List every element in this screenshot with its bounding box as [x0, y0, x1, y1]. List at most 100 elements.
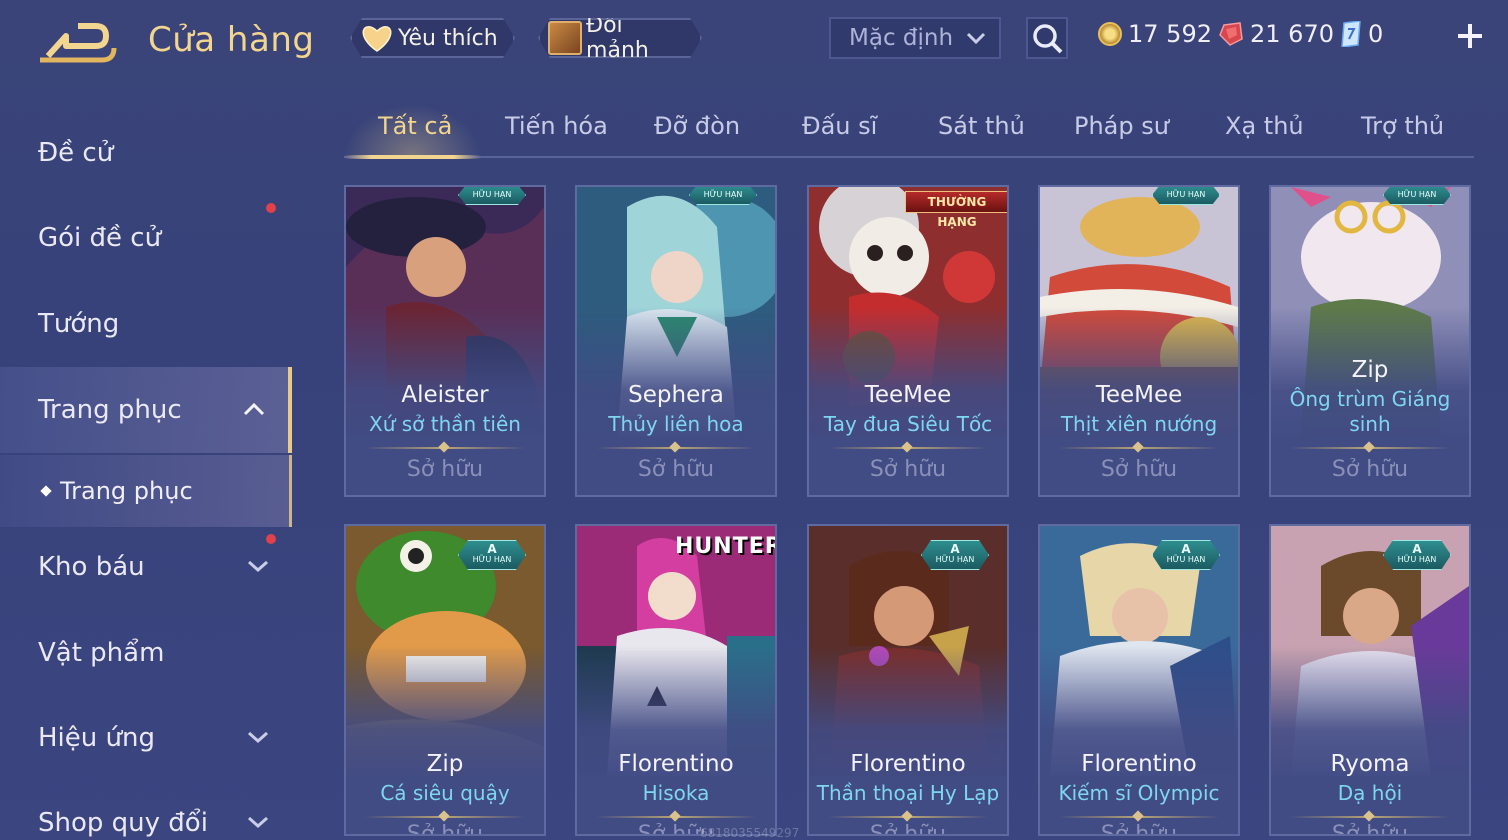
hero-name: Sephera	[628, 382, 724, 408]
skin-name: Thần thoại Hy Lạp	[816, 781, 1000, 805]
voucher-currency: 0	[1340, 20, 1383, 48]
card-divider	[595, 816, 757, 818]
search-button[interactable]	[1026, 17, 1068, 59]
card-divider	[595, 447, 757, 449]
sidebar-item-label: Tướng	[38, 309, 120, 339]
limited-label: HỮU HẠN	[1166, 555, 1206, 564]
sidebar-item-effects[interactable]: Hiệu ứng	[0, 695, 292, 781]
sidebar-item-recommended[interactable]: Đề cử	[0, 110, 292, 196]
skin-card[interactable]: HUNTER Florentino Hisoka Sở hữu	[575, 524, 777, 836]
limited-label: HỮU HẠN	[935, 555, 975, 564]
card-divider	[1289, 447, 1451, 449]
tab-support[interactable]: Trợ thủ	[1361, 112, 1444, 140]
skin-card[interactable]: HỮU HẠN Sephera Thủy liên hoa Sở hữu	[575, 185, 777, 497]
tab-fighter[interactable]: Đấu sĩ	[802, 112, 877, 140]
card-divider	[827, 816, 989, 818]
card-divider	[1289, 816, 1451, 818]
sidebar-item-recommended-packs[interactable]: Gói đề cử	[0, 195, 292, 281]
notification-dot	[266, 534, 276, 544]
sidebar-item-label: Đề cử	[38, 138, 114, 168]
owned-status: Sở hữu	[1331, 822, 1409, 836]
skin-card[interactable]: A HỮU HẠN Zip Cá siêu quậy Sở hữu	[344, 524, 546, 836]
sidebar-item-label: Kho báu	[38, 552, 145, 582]
chevron-down-icon	[248, 816, 268, 829]
top-bar: Cửa hàng Yêu thích Đổi mảnh Mặc định 17 …	[0, 0, 1508, 80]
hero-name: Florentino	[1081, 751, 1197, 777]
skin-card[interactable]: A HỮU HẠN Florentino Thần thoại Hy Lạp S…	[807, 524, 1009, 836]
diamond-bullet-icon	[40, 485, 52, 497]
sidebar: Đề cử Gói đề cử Tướng Trang phục Trang p…	[0, 100, 292, 840]
skin-card[interactable]: HỮU HẠN TeeMee Thịt xiên nướng Sở hữu	[1038, 185, 1240, 497]
sidebar-item-exchange-shop[interactable]: Shop quy đổi	[0, 780, 292, 840]
skin-card[interactable]: A HỮU HẠN Florentino Kiếm sĩ Olympic Sở …	[1038, 524, 1240, 836]
skin-card[interactable]: HỮU HẠN Aleister Xứ sở thần tiên Sở hữu	[344, 185, 546, 497]
limited-badge: HỮU HẠN	[1383, 185, 1451, 205]
owned-status: Sở hữu	[1331, 457, 1409, 482]
skin-card[interactable]: A HỮU HẠN Ryoma Dạ hội Sở hữu	[1269, 524, 1471, 836]
sidebar-subitem-label: Trang phục	[60, 477, 193, 505]
sidebar-item-label: Shop quy đổi	[38, 808, 208, 838]
sidebar-item-label: Vật phẩm	[38, 638, 165, 668]
shard-box-icon	[548, 21, 582, 55]
hero-name: TeeMee	[1095, 382, 1183, 408]
gold-currency: 17 592	[1098, 20, 1212, 48]
skin-name: Tay đua Siêu Tốc	[823, 412, 993, 436]
sidebar-item-label: Hiệu ứng	[38, 723, 155, 753]
card-divider	[364, 816, 526, 818]
sidebar-item-items[interactable]: Vật phẩm	[0, 610, 292, 696]
rank-a-label: A	[950, 542, 960, 556]
sidebar-item-treasure[interactable]: Kho báu	[0, 524, 292, 610]
shard-exchange-button[interactable]: Đổi mảnh	[538, 18, 702, 58]
owned-status: Sở hữu	[869, 457, 947, 482]
rank-a-limited-badge: A HỮU HẠN	[1383, 540, 1451, 570]
hero-name: TeeMee	[864, 382, 952, 408]
skin-name: Cá siêu quậy	[380, 781, 510, 805]
ranked-badge: THƯỜNG HẠNG	[905, 191, 1007, 229]
rank-a-label: A	[1181, 542, 1191, 556]
rank-a-limited-badge: A HỮU HẠN	[921, 540, 989, 570]
hero-name: Florentino	[618, 751, 734, 777]
favorites-label: Yêu thích	[398, 25, 498, 51]
role-tabs: Tất cả Tiến hóa Đỡ đòn Đấu sĩ Sát thủ Ph…	[344, 104, 1474, 159]
hero-name: Zip	[426, 751, 464, 777]
skin-card[interactable]: HỮU HẠN Zip Ông trùm Giáng sinh Sở hữu	[1269, 185, 1471, 497]
active-tab-underline	[344, 155, 481, 159]
hero-name: Florentino	[850, 751, 966, 777]
tab-assassin[interactable]: Sát thủ	[938, 112, 1025, 140]
gold-coin-icon	[1098, 22, 1122, 46]
rank-a-limited-badge: A HỮU HẠN	[1152, 540, 1220, 570]
gold-amount: 17 592	[1128, 20, 1212, 48]
owned-status: Sở hữu	[1100, 822, 1178, 836]
limited-badge: HỮU HẠN	[1152, 185, 1220, 205]
skin-name: Xứ sở thần tiên	[369, 412, 521, 436]
card-divider	[827, 447, 989, 449]
skin-name: Dạ hội	[1337, 781, 1403, 805]
tab-evolution[interactable]: Tiến hóa	[505, 112, 608, 140]
skin-card[interactable]: THƯỜNG HẠNG TeeMee Tay đua Siêu Tốc Sở h…	[807, 185, 1009, 497]
notification-dot	[266, 203, 276, 213]
voucher-amount: 0	[1368, 20, 1384, 48]
skin-name: Hisoka	[642, 781, 710, 805]
tab-marksman[interactable]: Xạ thủ	[1225, 112, 1304, 140]
favorites-button[interactable]: Yêu thích	[350, 18, 515, 58]
sidebar-subitem-skins[interactable]: Trang phục	[0, 455, 292, 527]
skin-name: Thịt xiên nướng	[1060, 412, 1218, 436]
owned-status: Sở hữu	[406, 822, 484, 836]
card-divider	[1058, 816, 1220, 818]
tab-tank[interactable]: Đỡ đòn	[654, 112, 740, 140]
plus-icon[interactable]	[1452, 18, 1488, 54]
sidebar-item-heroes[interactable]: Tướng	[0, 281, 292, 367]
tab-mage[interactable]: Pháp sư	[1074, 112, 1169, 140]
watermark-text: 6818035549297	[700, 826, 800, 840]
skin-grid: HỮU HẠN Aleister Xứ sở thần tiên Sở hữu …	[344, 185, 1474, 840]
back-icon[interactable]	[38, 22, 118, 64]
voucher-icon	[1341, 21, 1361, 47]
skin-name: Kiếm sĩ Olympic	[1058, 781, 1220, 805]
sort-dropdown[interactable]: Mặc định	[829, 17, 1001, 59]
limited-badge: HỮU HẠN	[689, 185, 757, 205]
sidebar-item-label: Gói đề cử	[38, 223, 162, 253]
card-divider	[1058, 447, 1220, 449]
owned-status: Sở hữu	[406, 457, 484, 482]
tab-all[interactable]: Tất cả	[378, 112, 452, 140]
sidebar-item-skins[interactable]: Trang phục	[0, 367, 292, 453]
